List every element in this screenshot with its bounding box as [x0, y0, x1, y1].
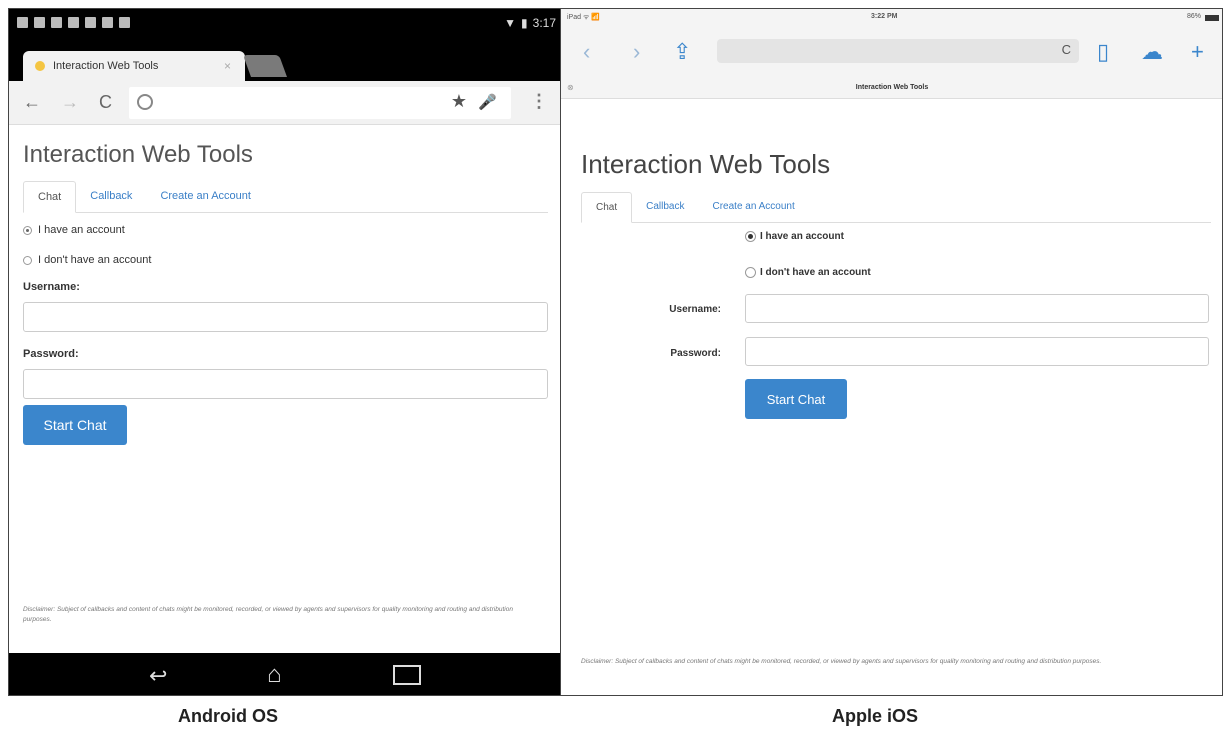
- reload-icon[interactable]: C: [99, 92, 112, 113]
- forward-arrow-icon[interactable]: →: [61, 92, 79, 113]
- tab-create-account[interactable]: Create an Account: [146, 181, 265, 212]
- disclaimer-text: Disclaimer: Subject of callbacks and con…: [581, 658, 1102, 665]
- password-field[interactable]: [23, 369, 548, 399]
- cloud-icon[interactable]: ☁: [1141, 39, 1163, 65]
- battery-icon: ▮: [521, 16, 528, 30]
- close-tab-icon[interactable]: ×: [224, 59, 231, 73]
- radio-have-account[interactable]: I have an account: [23, 221, 548, 239]
- browser-toolbar: ← → C ★ 🎤 ⋮: [9, 81, 560, 125]
- battery-icon: [1205, 15, 1219, 21]
- address-bar[interactable]: C: [717, 39, 1079, 63]
- page-title: Interaction Web Tools: [581, 149, 831, 179]
- new-tab-button[interactable]: [242, 55, 288, 77]
- browser-tab-strip: Interaction Web Tools ×: [9, 39, 560, 81]
- android-device-screen: ▼ ▮ 3:17 Interaction Web Tools × ← → C ★…: [8, 8, 561, 696]
- android-caption: Android OS: [178, 706, 278, 726]
- radio-button-selected[interactable]: [23, 225, 32, 235]
- notification-icon: [51, 17, 62, 28]
- notification-icon: [102, 17, 113, 28]
- status-time: 3:22 PM: [871, 13, 898, 20]
- radio-label: I have an account: [760, 231, 844, 242]
- radio-button[interactable]: [745, 267, 756, 278]
- ios-page-content: Interaction Web Tools Chat Callback Crea…: [561, 101, 1222, 695]
- start-chat-button[interactable]: Start Chat: [23, 405, 127, 445]
- comparison-screenshot: ▼ ▮ 3:17 Interaction Web Tools × ← → C ★…: [0, 0, 1223, 732]
- radio-button[interactable]: [23, 255, 32, 265]
- radio-label: I don't have an account: [760, 267, 871, 278]
- radio-label: I don't have an account: [38, 254, 152, 266]
- notification-icon: [85, 17, 96, 28]
- favicon-icon: [35, 61, 45, 71]
- notification-icon: [34, 17, 45, 28]
- home-nav-icon[interactable]: ⌂: [267, 661, 282, 689]
- tab-callback[interactable]: Callback: [76, 181, 146, 212]
- android-status-bar: ▼ ▮ 3:17: [9, 9, 560, 39]
- forward-arrow-icon[interactable]: ›: [633, 39, 640, 65]
- form-tabs: Chat Callback Create an Account: [23, 181, 548, 213]
- username-label: Username:: [669, 304, 721, 315]
- radio-no-account[interactable]: I don't have an account: [23, 251, 548, 269]
- overflow-menu-icon[interactable]: ⋮: [530, 91, 548, 112]
- back-arrow-icon[interactable]: ‹: [583, 39, 590, 65]
- wifi-icon: ▼: [504, 16, 517, 30]
- android-page-content: Interaction Web Tools Chat Callback Crea…: [9, 125, 560, 653]
- bookmarks-icon[interactable]: ▯: [1097, 39, 1109, 65]
- plus-icon[interactable]: +: [1191, 39, 1204, 65]
- reload-icon[interactable]: C: [1062, 42, 1071, 57]
- ios-status-bar: iPad ᯤ 📶 3:22 PM 86%: [561, 9, 1222, 27]
- globe-icon: [137, 94, 153, 110]
- back-arrow-icon[interactable]: ←: [23, 92, 41, 113]
- tab-chat[interactable]: Chat: [581, 192, 633, 223]
- password-field[interactable]: [745, 337, 1209, 366]
- browser-tab[interactable]: Interaction Web Tools ×: [23, 51, 245, 81]
- ios-device-screen: iPad ᯤ 📶 3:22 PM 86% ‹ › ⇪ C ▯ ☁ + ⊗ Int…: [561, 8, 1223, 696]
- battery-percent: 86%: [1186, 13, 1201, 20]
- radio-label: I have an account: [38, 224, 125, 236]
- form-tabs: Chat Callback Create an Account: [581, 192, 1211, 223]
- carrier-status: iPad ᯤ 📶: [567, 14, 601, 21]
- browser-tab-title: Interaction Web Tools: [53, 60, 159, 72]
- password-label: Password:: [670, 348, 721, 359]
- safari-tab-title: Interaction Web Tools: [855, 84, 929, 91]
- address-bar[interactable]: ★ 🎤: [129, 87, 511, 119]
- status-time: 3:17: [532, 16, 556, 30]
- recents-nav-icon[interactable]: [393, 665, 421, 685]
- username-field[interactable]: [745, 294, 1209, 323]
- star-icon[interactable]: ★: [451, 91, 467, 112]
- tab-callback[interactable]: Callback: [632, 192, 698, 222]
- start-chat-button[interactable]: Start Chat: [745, 379, 847, 419]
- share-icon[interactable]: ⇪: [673, 39, 691, 65]
- notification-icons: [17, 17, 130, 28]
- password-label: Password:: [23, 348, 79, 360]
- tab-create-account[interactable]: Create an Account: [698, 192, 808, 222]
- radio-have-account[interactable]: I have an account: [745, 231, 844, 242]
- back-nav-icon[interactable]: ↩: [149, 663, 167, 689]
- username-label: Username:: [23, 281, 80, 293]
- page-title: Interaction Web Tools: [23, 141, 253, 168]
- mic-icon[interactable]: 🎤: [478, 93, 497, 111]
- disclaimer-text: Disclaimer: Subject of callbacks and con…: [23, 606, 513, 623]
- radio-button-selected[interactable]: [745, 231, 756, 242]
- notification-icon: [68, 17, 79, 28]
- tab-chat[interactable]: Chat: [23, 181, 77, 213]
- radio-no-account[interactable]: I don't have an account: [745, 267, 871, 278]
- username-field[interactable]: [23, 302, 548, 332]
- android-navigation-bar: ↩ ⌂: [9, 653, 560, 695]
- notification-icon: [119, 17, 130, 28]
- notification-icon: [17, 17, 28, 28]
- ios-caption: Apple iOS: [832, 706, 919, 726]
